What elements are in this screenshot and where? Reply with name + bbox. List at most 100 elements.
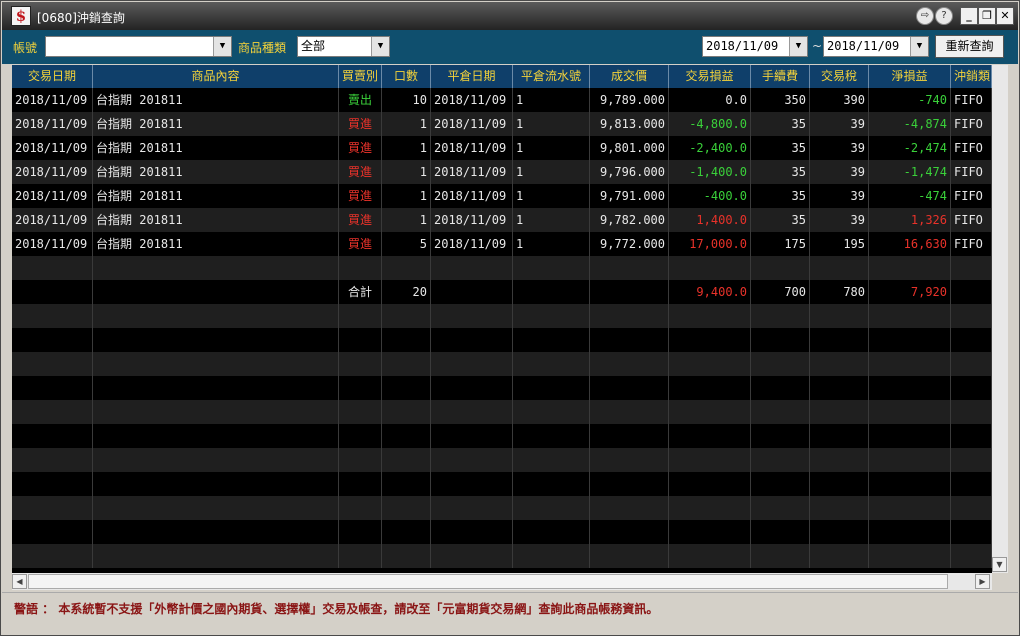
col-price[interactable]: 成交價: [590, 65, 669, 88]
cell-date: 2018/11/09: [12, 160, 93, 184]
exit-help-icon[interactable]: ⇨: [916, 7, 934, 25]
cell-date: 2018/11/09: [12, 112, 93, 136]
date-to-picker[interactable]: 2018/11/09 ▼: [823, 36, 929, 57]
cell-fee: 700: [751, 280, 810, 304]
cell-date: [12, 376, 93, 400]
account-dropdown[interactable]: ▼: [45, 36, 232, 57]
cell-method: [951, 304, 992, 328]
cell-fee: [751, 376, 810, 400]
col-product[interactable]: 商品內容: [93, 65, 339, 88]
cell-pl: [669, 400, 751, 424]
cell-side: [339, 256, 382, 280]
cell-method: FIFO: [951, 136, 992, 160]
requery-button[interactable]: 重新查詢: [935, 35, 1004, 58]
cell-net: [869, 496, 951, 520]
cell-price: [590, 544, 669, 568]
chevron-down-icon[interactable]: ▼: [789, 37, 807, 56]
cell-tax: [810, 496, 869, 520]
col-trade-pl[interactable]: 交易損益: [669, 65, 751, 88]
col-tax[interactable]: 交易稅: [810, 65, 869, 88]
cell-side: 買進: [339, 232, 382, 256]
cell-qty: [382, 328, 431, 352]
cell-net: [869, 472, 951, 496]
table-row[interactable]: 2018/11/09 台指期 201811 買進 1 2018/11/09 1 9,782.…: [12, 208, 992, 232]
cell-method: FIFO: [951, 112, 992, 136]
summary-row[interactable]: 合計 20 9,400.0 700 780 7,920: [12, 280, 992, 304]
col-fee[interactable]: 手續費: [751, 65, 810, 88]
cell-method: [951, 520, 992, 544]
window-title: [0680]沖銷查詢: [37, 11, 125, 25]
cell-qty: [382, 304, 431, 328]
cell-price: 9,789.000: [590, 88, 669, 112]
col-qty[interactable]: 口數: [382, 65, 431, 88]
title-bar[interactable]: $ [0680]沖銷查詢 ⇨ ? _ ❐ ✕: [2, 2, 1018, 30]
cell-date: [12, 280, 93, 304]
cell-product: [93, 544, 339, 568]
cell-net: [869, 376, 951, 400]
cell-qty: 1: [382, 112, 431, 136]
table-row[interactable]: 2018/11/09 台指期 201811 買進 1 2018/11/09 1 9,791.…: [12, 184, 992, 208]
cell-fee: [751, 448, 810, 472]
cell-serial: [513, 376, 590, 400]
warning-text: 警語 ： 本系統暫不支援「外幣計價之國內期貨、選擇權」交易及帳查，請改至「元富期…: [14, 602, 659, 616]
cell-serial: [513, 256, 590, 280]
cell-price: [590, 328, 669, 352]
col-trade-date[interactable]: 交易日期: [12, 65, 93, 88]
col-close-date[interactable]: 平倉日期: [431, 65, 513, 88]
cell-qty: 5: [382, 232, 431, 256]
chevron-down-icon[interactable]: ▼: [371, 37, 389, 56]
cell-close-date: [431, 424, 513, 448]
cell-date: [12, 304, 93, 328]
cell-method: [951, 424, 992, 448]
col-net-pl[interactable]: 淨損益: [869, 65, 951, 88]
cell-net: -1,474: [869, 160, 951, 184]
cell-price: [590, 400, 669, 424]
cell-pl: 17,000.0: [669, 232, 751, 256]
cell-serial: [513, 544, 590, 568]
vertical-scrollbar[interactable]: ▼: [992, 65, 1008, 573]
chevron-down-icon[interactable]: ▼: [213, 37, 231, 56]
cell-price: [590, 424, 669, 448]
cell-pl: [669, 424, 751, 448]
cell-qty: [382, 400, 431, 424]
restore-button[interactable]: ❐: [978, 7, 996, 25]
col-offset-method[interactable]: 沖銷類: [951, 65, 992, 88]
chevron-down-icon[interactable]: ▼: [910, 37, 928, 56]
col-close-serial[interactable]: 平倉流水號: [513, 65, 590, 88]
cell-date: [12, 472, 93, 496]
table-row[interactable]: 2018/11/09 台指期 201811 買進 1 2018/11/09 1 9,796.…: [12, 160, 992, 184]
close-button[interactable]: ✕: [996, 7, 1014, 25]
scroll-left-icon[interactable]: ◀: [12, 574, 27, 589]
product-type-dropdown[interactable]: 全部 ▼: [297, 36, 390, 57]
col-side[interactable]: 買賣別: [339, 65, 382, 88]
cell-qty: 1: [382, 208, 431, 232]
cell-qty: [382, 448, 431, 472]
cell-fee: 35: [751, 184, 810, 208]
date-from-picker[interactable]: 2018/11/09 ▼: [702, 36, 808, 57]
cell-price: 9,801.000: [590, 136, 669, 160]
empty-row: [12, 496, 992, 520]
cell-product: 台指期 201811: [93, 184, 339, 208]
table-row[interactable]: 2018/11/09 台指期 201811 賣出 10 2018/11/09 1 9,789…: [12, 88, 992, 112]
cell-net: [869, 304, 951, 328]
product-type-value: 全部: [301, 39, 326, 53]
table-row[interactable]: 2018/11/09 台指期 201811 買進 5 2018/11/09 1 9,772.…: [12, 232, 992, 256]
cell-close-date: 2018/11/09: [431, 88, 513, 112]
scroll-down-icon[interactable]: ▼: [992, 557, 1007, 572]
horizontal-scroll-thumb[interactable]: [28, 574, 948, 589]
cell-serial: [513, 280, 590, 304]
cell-product: 台指期 201811: [93, 136, 339, 160]
table-row[interactable]: 2018/11/09 台指期 201811 買進 1 2018/11/09 1 9,813.…: [12, 112, 992, 136]
cell-close-date: 2018/11/09: [431, 160, 513, 184]
cell-serial: 1: [513, 160, 590, 184]
cell-side: [339, 448, 382, 472]
help-icon[interactable]: ?: [935, 7, 953, 25]
minimize-button[interactable]: _: [960, 7, 978, 25]
cell-method: [951, 256, 992, 280]
scroll-right-icon[interactable]: ▶: [975, 574, 990, 589]
date-to-value: 2018/11/09: [827, 39, 900, 53]
cell-method: FIFO: [951, 88, 992, 112]
horizontal-scrollbar[interactable]: ◀ ▶: [12, 573, 992, 590]
table-row[interactable]: 2018/11/09 台指期 201811 買進 1 2018/11/09 1 9,801.…: [12, 136, 992, 160]
cell-net: [869, 544, 951, 568]
